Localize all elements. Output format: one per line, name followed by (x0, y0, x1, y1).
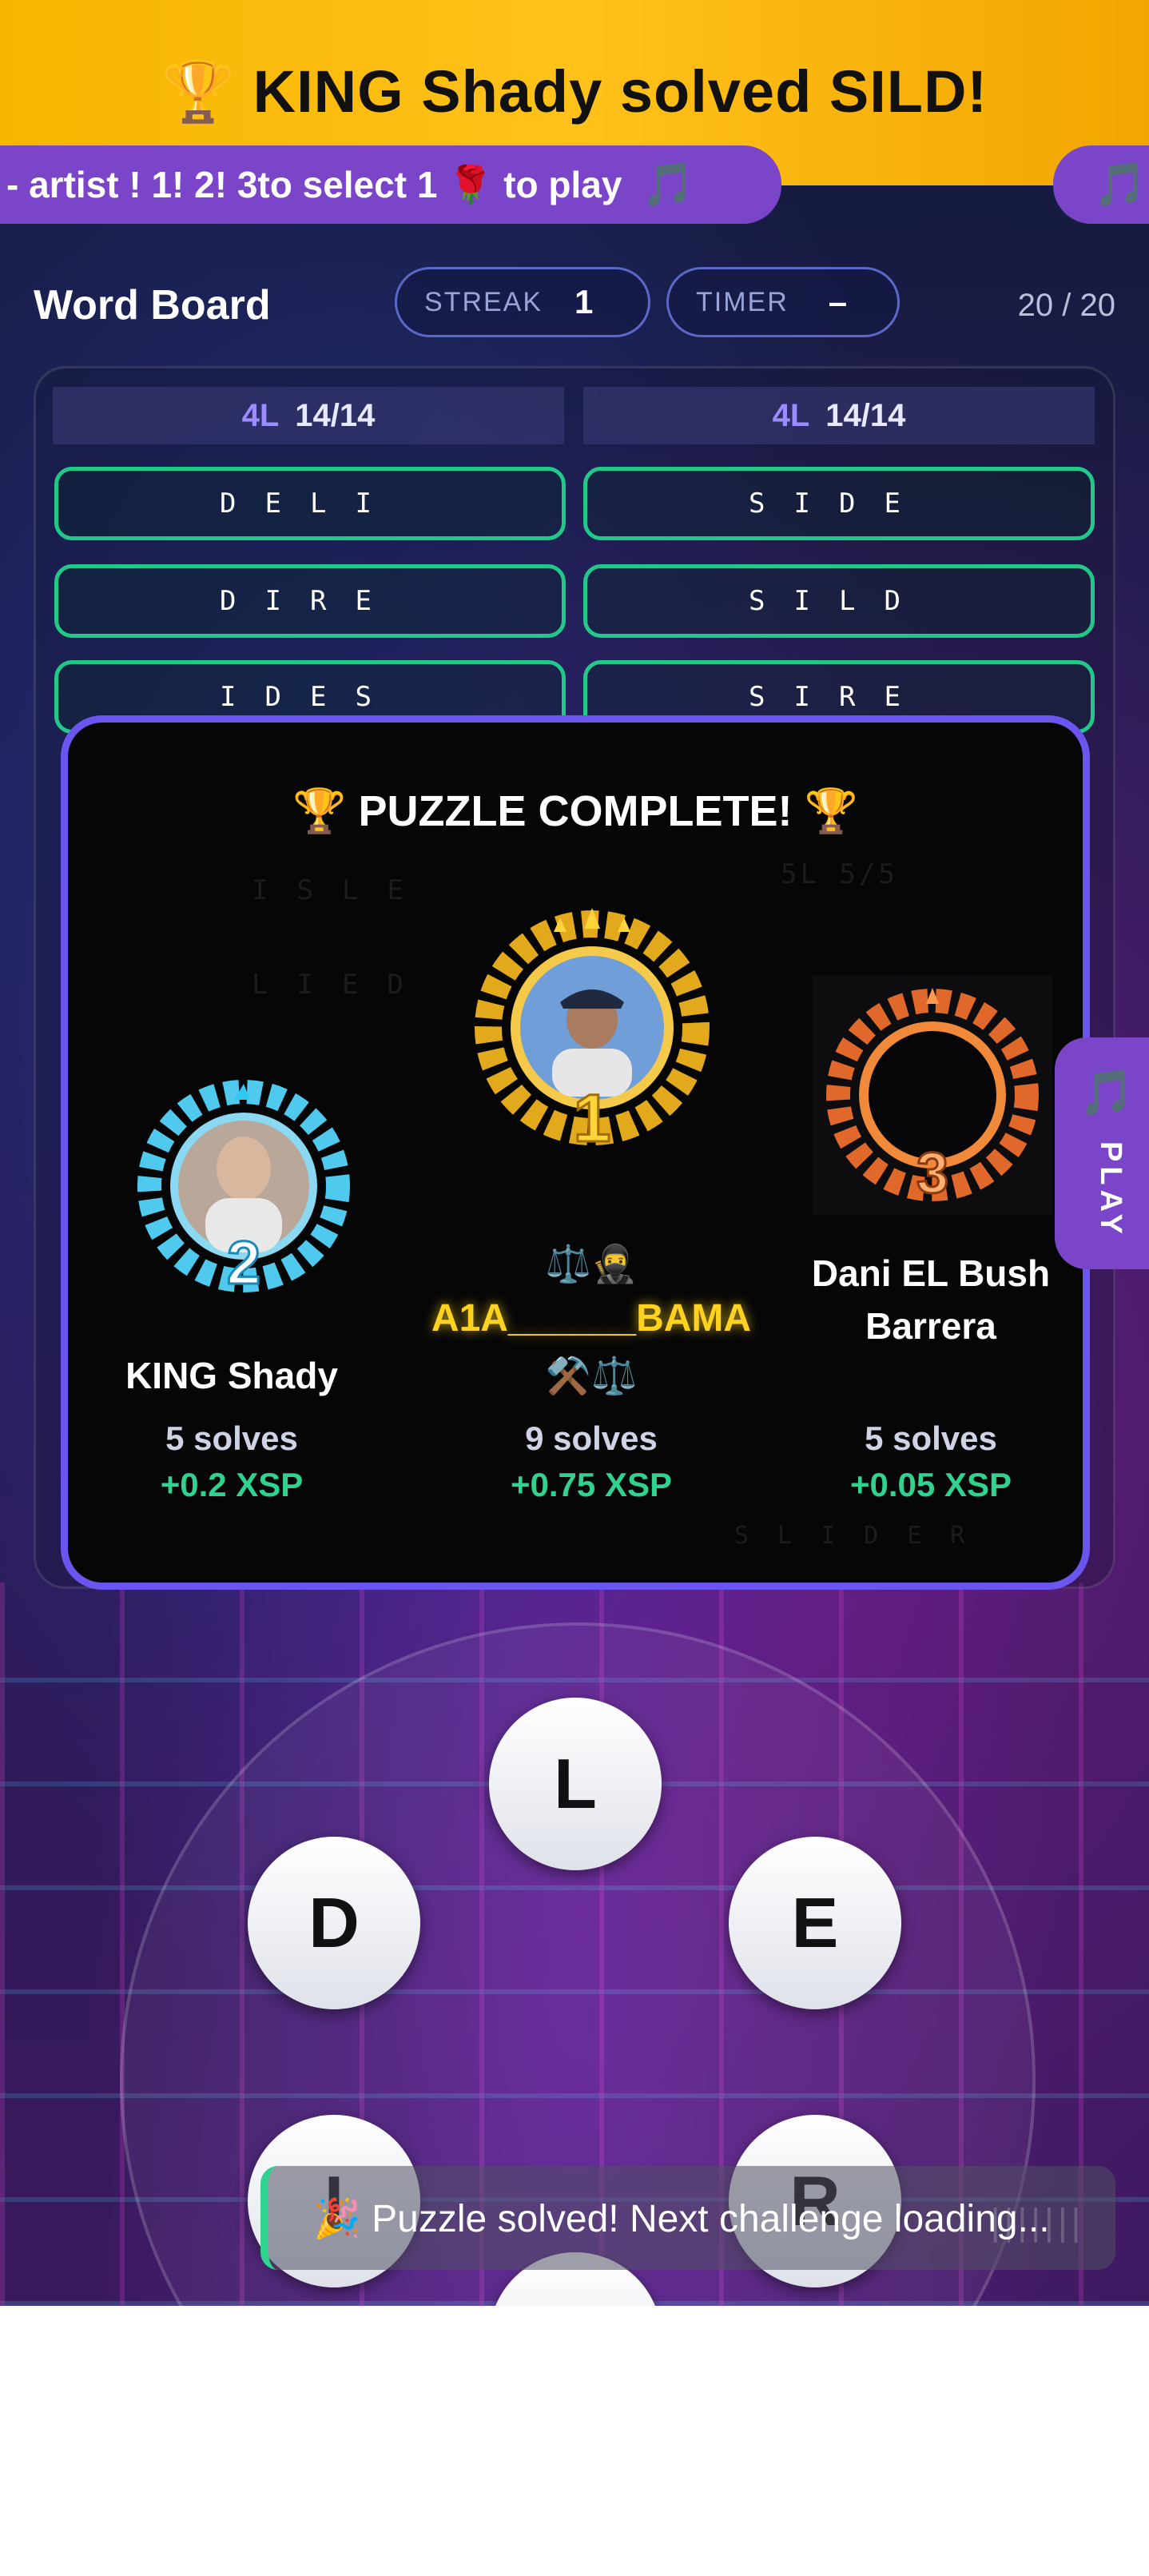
chat-ticker: - artist ! 1! 2! 3to select 1 🌹 to play … (0, 145, 781, 224)
gold-wreath-icon: 1 (475, 908, 710, 1156)
player-xsp: +0.75 XSP (511, 1466, 672, 1503)
hidden-word: ISLE (252, 874, 432, 906)
solved-word: DELI (54, 467, 566, 540)
player-name: A1A______BAMA (431, 1297, 752, 1340)
page-title: Word Board (34, 282, 271, 328)
player-solves: 5 solves (165, 1419, 298, 1457)
play-label: PLAY (1094, 1141, 1127, 1239)
column-length: 4L (241, 397, 280, 433)
hidden-word: LIED (252, 969, 432, 1001)
hidden-word: SLIDER (734, 1522, 994, 1550)
player-xsp: +0.05 XSP (850, 1466, 1012, 1503)
bronze-wreath-icon: 3 (813, 975, 1052, 1215)
equalizer-icon: ||||||| (989, 2202, 1083, 2243)
rank-label: 2 (227, 1229, 260, 1297)
column-header: 4L 14/14 (53, 387, 564, 444)
music-note-icon: 🎵! (1093, 160, 1149, 209)
game-background: 🏆 KING Shady solved SILD! - artist ! 1! … (0, 0, 1149, 2306)
music-note-icon: 🎵 (1079, 1067, 1135, 1117)
player-emoji-prefix: ⚖️🥷 (545, 1243, 638, 1284)
word-count: 20 / 20 (1017, 288, 1115, 323)
player-name: Dani EL Bush Barrera (811, 1252, 1051, 1347)
hidden-column-header: 5L 5/5 (781, 858, 898, 890)
column-header: 4L 14/14 (583, 387, 1095, 444)
timer-label: TIMER (696, 286, 789, 317)
letter-tile[interactable]: E (729, 1837, 901, 2009)
player-xsp: +0.2 XSP (160, 1466, 304, 1503)
solved-word: SILD (583, 564, 1095, 638)
player-solves: 5 solves (865, 1419, 997, 1457)
letter-tile[interactable]: D (248, 1837, 420, 2009)
status-toast: 🎉 Puzzle solved! Next challenge loading.… (260, 2166, 1115, 2270)
column-length: 4L (772, 397, 810, 433)
player-name: KING Shady (125, 1355, 338, 1396)
player-solves: 9 solves (525, 1419, 658, 1457)
party-popper-icon: 🎉 (313, 2197, 361, 2240)
timer-value: – (828, 283, 848, 321)
column-progress: 14/14 (295, 397, 376, 433)
chat-ticker-next: 🎵! (1053, 145, 1149, 224)
timer-pill: TIMER – (666, 267, 900, 337)
solved-word: DIRE (54, 564, 566, 638)
toast-message: Puzzle solved! Next challenge loading... (372, 2197, 1050, 2240)
puzzle-complete-modal: ISLE LIED SLIDER 5L 5/5 🏆 PUZZLE COMPLET… (61, 715, 1090, 1590)
music-note-icon: 🎵 (641, 159, 695, 209)
silver-wreath-icon: 2 (137, 1080, 350, 1298)
streak-value: 1 (574, 283, 594, 321)
play-side-tab[interactable]: 🎵 PLAY (1055, 1037, 1149, 1269)
rank-label: 3 (916, 1141, 948, 1205)
modal-title: 🏆 PUZZLE COMPLETE! 🏆 (292, 787, 858, 835)
board-header: Word Board STREAK 1 TIMER – 20 / 20 (0, 264, 1149, 352)
streak-label: STREAK (424, 286, 543, 317)
player-emoji-suffix: ⚒️⚖️ (545, 1355, 638, 1396)
column-progress: 14/14 (825, 397, 906, 433)
rank-label: 1 (574, 1081, 611, 1156)
letter-tile[interactable]: L (489, 1698, 662, 1870)
streak-pill: STREAK 1 (395, 267, 650, 337)
solved-word: SIDE (583, 467, 1095, 540)
trophy-icon: 🏆 (161, 58, 237, 125)
banner-message: KING Shady solved SILD! (252, 58, 988, 125)
ticker-text: - artist ! 1! 2! 3to select 1 🌹 to play (6, 163, 622, 205)
